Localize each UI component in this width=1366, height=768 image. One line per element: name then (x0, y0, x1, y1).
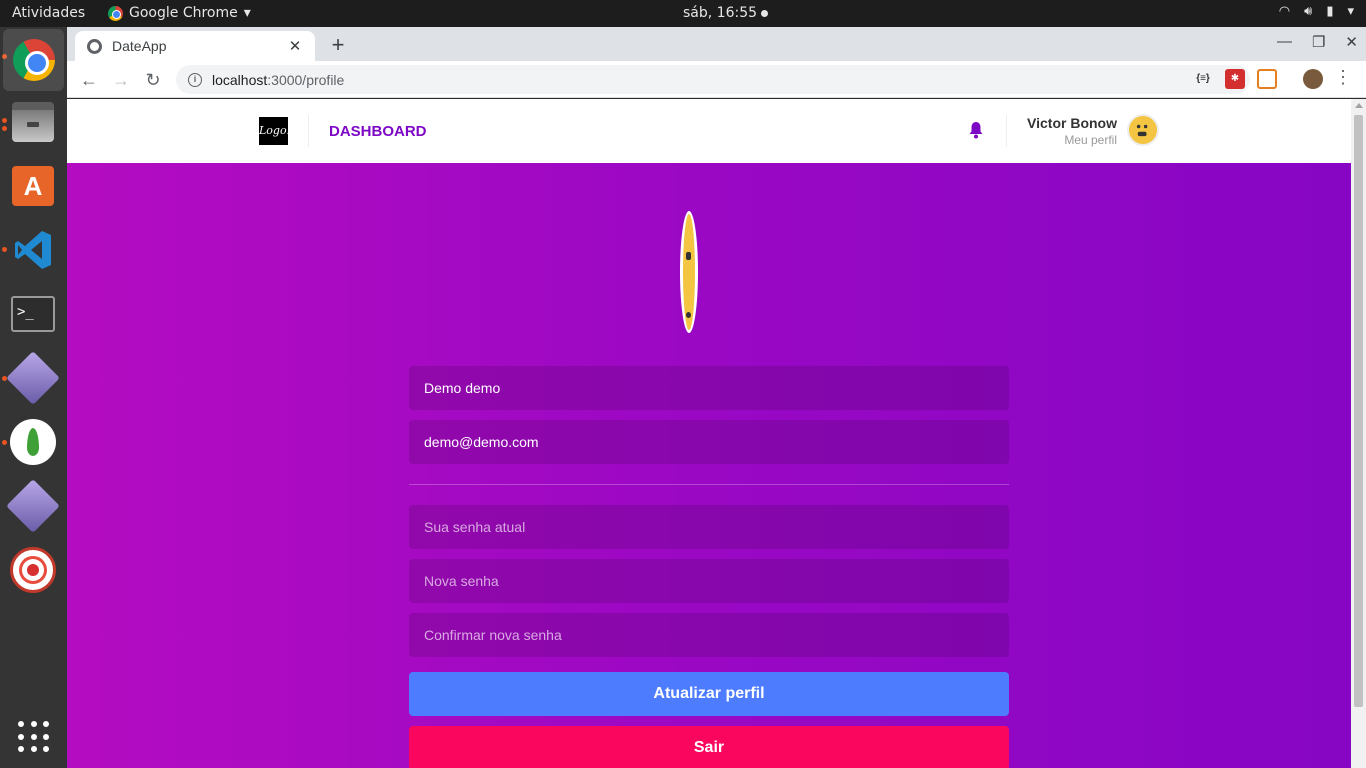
notification-dot-icon (761, 9, 769, 17)
dock-vscode[interactable] (9, 226, 57, 274)
reload-icon[interactable]: ↻ (141, 68, 165, 92)
email-input[interactable]: demo@demo.com (409, 420, 1009, 464)
user-name: Victor Bonow (1027, 115, 1117, 131)
extension-monitor-icon[interactable] (1257, 69, 1277, 89)
dock-terminal[interactable]: >_ (9, 290, 57, 338)
close-tab-icon[interactable]: ✕ (287, 37, 303, 55)
confirm-password-input[interactable]: Confirmar nova senha (409, 613, 1009, 657)
profile-avatar[interactable] (680, 211, 698, 333)
scrollbar-thumb[interactable] (1354, 115, 1363, 707)
show-apps-icon[interactable] (18, 721, 50, 753)
gem-icon (6, 351, 60, 405)
chrome-icon (12, 39, 55, 81)
back-arrow-icon[interactable]: ← (77, 68, 101, 92)
my-profile-link[interactable]: Meu perfil (1064, 133, 1117, 147)
avatar-face (1136, 124, 1148, 137)
form-divider (409, 484, 1009, 485)
clock[interactable]: sáb, 16:55 (683, 5, 769, 21)
new-password-input[interactable]: Nova senha (409, 559, 1009, 603)
logout-button[interactable]: Sair (409, 726, 1009, 768)
activities-button[interactable]: Atividades (12, 5, 85, 21)
running-indicator (2, 118, 7, 123)
terminal-icon: >_ (11, 296, 55, 332)
page-scrollbar[interactable] (1351, 99, 1366, 768)
software-center-icon: A (12, 166, 54, 206)
chevron-down-icon: ▾ (243, 5, 251, 21)
tab-dateapp[interactable]: DateApp ✕ (75, 31, 315, 61)
gem-icon (6, 479, 60, 533)
dock-files[interactable] (9, 98, 57, 146)
clock-label: sáb, 16:55 (683, 5, 758, 21)
address-bar[interactable]: i localhost:3000/profile ☆ (176, 65, 1250, 94)
atom-icon (10, 547, 56, 593)
logo[interactable]: Logo. (259, 117, 290, 145)
system-top-bar: Atividades Google Chrome ▾ sáb, 16:55 ◠ … (0, 0, 1366, 27)
minimize-icon[interactable]: — (1277, 33, 1292, 51)
avatar[interactable] (1127, 114, 1159, 146)
app-menu-label: Google Chrome (129, 5, 238, 21)
volume-icon: 🔊︎ (1304, 4, 1313, 19)
dashboard-link[interactable]: DASHBOARD (329, 123, 427, 140)
dock-gem-app[interactable] (6, 351, 60, 405)
update-profile-button[interactable]: Atualizar perfil (409, 672, 1009, 716)
extension-red-icon[interactable]: ✱ (1225, 69, 1245, 89)
header-divider (1006, 115, 1007, 147)
tab-strip: DateApp ✕ + — ❐ ✕ (67, 27, 1366, 61)
system-tray[interactable]: ◠ 🔊︎ ▮ ▾ (1279, 4, 1354, 19)
new-tab-button[interactable]: + (326, 32, 350, 58)
page-content: Logo. DASHBOARD Victor Bonow Meu perfil … (67, 99, 1351, 768)
name-input[interactable]: Demo demo (409, 366, 1009, 410)
forward-arrow-icon[interactable]: → (109, 68, 133, 92)
globe-icon (87, 38, 102, 54)
current-password-input[interactable]: Sua senha atual (409, 505, 1009, 549)
vscode-icon (15, 231, 51, 269)
profile-avatar-icon[interactable] (1303, 69, 1323, 89)
window-controls: — ❐ ✕ (1277, 33, 1358, 51)
mongodb-icon (10, 419, 56, 465)
battery-icon: ▮ (1326, 4, 1334, 19)
json-viewer-extension-icon[interactable]: {≡} (1193, 69, 1213, 89)
running-indicator (2, 126, 7, 131)
wifi-icon: ◠ (1278, 4, 1291, 19)
running-indicator (2, 247, 7, 252)
scroll-up-icon[interactable] (1355, 103, 1363, 108)
dock-mongodb[interactable] (9, 418, 57, 466)
running-indicator (2, 440, 7, 445)
site-info-icon[interactable]: i (188, 72, 202, 87)
dock-gem-app-2[interactable] (6, 479, 60, 533)
bell-icon[interactable] (968, 121, 984, 139)
url-host: localhost (212, 71, 268, 88)
files-icon (12, 102, 54, 142)
chrome-icon (108, 5, 123, 21)
chevron-down-icon: ▾ (1347, 4, 1354, 19)
dock-chrome[interactable] (3, 29, 64, 91)
header-divider (308, 115, 309, 147)
tab-title: DateApp (112, 38, 167, 54)
app-menu[interactable]: Google Chrome ▾ (108, 5, 251, 21)
url-path: :3000/profile (267, 71, 345, 88)
close-window-icon[interactable]: ✕ (1345, 33, 1358, 51)
dock: A >_ (0, 27, 67, 768)
restore-icon[interactable]: ❐ (1312, 33, 1325, 51)
browser-toolbar: ← → ↻ i localhost:3000/profile ☆ {≡} ✱ ⋮ (67, 61, 1366, 98)
app-header: Logo. DASHBOARD Victor Bonow Meu perfil (67, 99, 1351, 163)
dock-atom[interactable] (9, 546, 57, 594)
dock-software-center[interactable]: A (9, 162, 57, 210)
browser-menu-icon[interactable]: ⋮ (1334, 67, 1352, 88)
